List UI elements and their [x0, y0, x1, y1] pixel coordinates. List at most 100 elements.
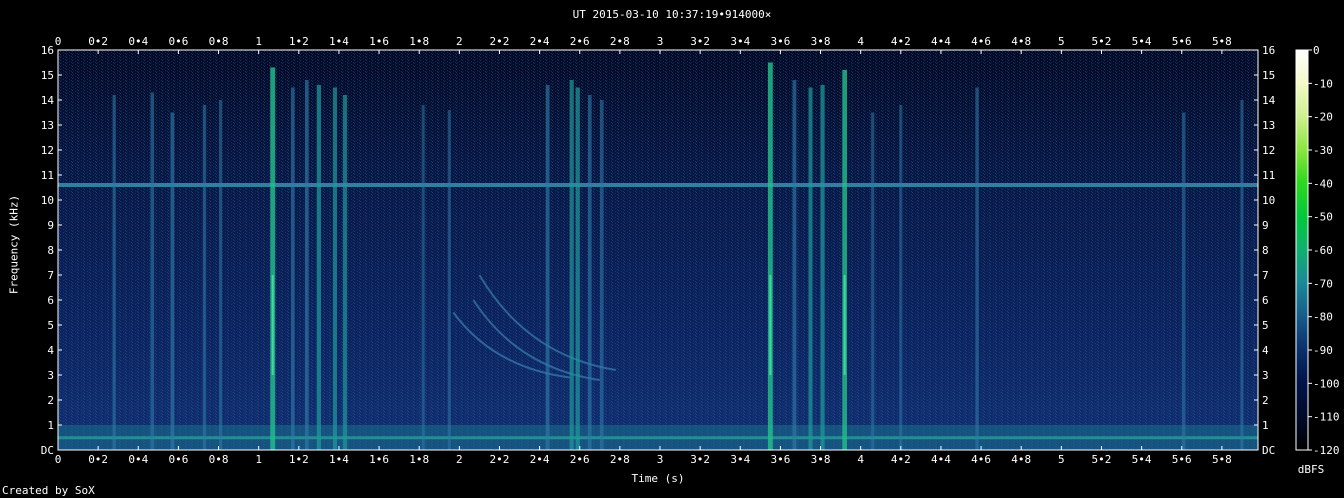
click-streak	[600, 100, 604, 450]
x-tick-label-bottom: 2•2	[490, 453, 510, 466]
tone-line	[58, 183, 1258, 187]
spectrogram-chart: 0 0•2 0•4 0•6 0•8 1 1•2 1•4 1•6 1•8 2 2•2 2•4 2•6 2•8 3…	[41, 35, 1340, 466]
y-tick-label-right: 5	[1262, 319, 1269, 332]
x-tick-label-top: 0•6	[168, 35, 188, 48]
colorbar-tick-label: -80	[1313, 311, 1333, 324]
click-streak	[842, 70, 847, 450]
click-streak	[304, 80, 309, 450]
y-tick-label-left: DC	[41, 444, 54, 457]
x-tick-label-bottom: 1•8	[409, 453, 429, 466]
click-streak	[808, 87, 813, 450]
x-tick-label-top: 0•4	[128, 35, 148, 48]
x-tick-label-bottom: 5•8	[1212, 453, 1232, 466]
y-tick-label-left: 1	[47, 419, 54, 432]
click-streak	[1240, 100, 1244, 450]
x-tick-label-bottom: 3	[657, 453, 664, 466]
x-tick-label-top: 5•2	[1092, 35, 1112, 48]
colorbar-tick-label: -60	[1313, 244, 1333, 257]
x-tick-label-bottom: 1•6	[369, 453, 389, 466]
click-streak	[290, 87, 295, 450]
x-tick-label-bottom: 5•2	[1092, 453, 1112, 466]
x-tick-label-top: 3	[657, 35, 664, 48]
click-streak	[170, 112, 175, 450]
x-tick-label-bottom: 3•4	[730, 453, 750, 466]
x-tick-label-bottom: 4•6	[971, 453, 991, 466]
y-tick-label-left: 11	[41, 169, 54, 182]
x-tick-label-bottom: 3•8	[811, 453, 831, 466]
y-tick-label-left: 5	[47, 319, 54, 332]
click-streak	[218, 100, 223, 450]
y-tick-label-left: 14	[41, 94, 55, 107]
click-streak	[767, 62, 773, 450]
colorbar-tick-label: -20	[1313, 111, 1333, 124]
y-tick-label-right: 8	[1262, 244, 1269, 257]
x-tick-label-top: 3•6	[770, 35, 790, 48]
click-streak	[342, 95, 348, 450]
colorbar-tick-label: -110	[1313, 411, 1340, 424]
colorbar-tick-label: -30	[1313, 144, 1333, 157]
y-tick-label-right: 11	[1262, 169, 1275, 182]
click-streak	[545, 85, 550, 450]
x-tick-label-bottom: 2	[456, 453, 463, 466]
x-tick-label-top: 1•2	[289, 35, 309, 48]
x-tick-label-top: 2•8	[610, 35, 630, 48]
y-tick-label-left: 4	[47, 344, 54, 357]
y-tick-label-left: 7	[47, 269, 54, 282]
x-tick-label-top: 5	[1058, 35, 1065, 48]
click-streak	[421, 105, 425, 450]
colorbar-tick-label: -100	[1313, 377, 1340, 390]
click-streak	[316, 85, 321, 450]
low-frequency-line	[58, 436, 1258, 440]
x-tick-label-top: 4•2	[891, 35, 911, 48]
x-tick-label-bottom: 2•4	[530, 453, 550, 466]
click-core	[843, 275, 846, 375]
x-tick-label-bottom: 2•6	[570, 453, 590, 466]
x-tick-label-top: 1	[255, 35, 262, 48]
x-tick-label-bottom: 5	[1058, 453, 1065, 466]
x-tick-label-top: 3•4	[730, 35, 750, 48]
y-tick-label-left: 6	[47, 294, 54, 307]
x-tick-label-bottom: 4•2	[891, 453, 911, 466]
y-tick-label-right: DC	[1262, 444, 1275, 457]
y-tick-label-right: 3	[1262, 369, 1269, 382]
x-tick-label-top: 4•4	[931, 35, 951, 48]
y-axis-label: Frequency (kHz)	[7, 194, 21, 295]
x-tick-label-bottom: 0•4	[128, 453, 148, 466]
x-tick-label-top: 1•8	[409, 35, 429, 48]
y-tick-label-left: 10	[41, 194, 54, 207]
y-tick-label-left: 2	[47, 394, 54, 407]
click-streak	[332, 87, 337, 450]
x-tick-label-bottom: 3•2	[690, 453, 710, 466]
x-tick-label-top: 5•4	[1132, 35, 1152, 48]
x-tick-label-top: 0•2	[88, 35, 108, 48]
x-tick-label-top: 1•6	[369, 35, 389, 48]
x-tick-label-top: 5•8	[1212, 35, 1232, 48]
x-tick-label-bottom: 0•2	[88, 453, 108, 466]
y-tick-label-right: 13	[1262, 119, 1275, 132]
x-tick-label-bottom: 4	[857, 453, 864, 466]
colorbar-tick-label: -40	[1313, 177, 1333, 190]
y-tick-label-right: 10	[1262, 194, 1275, 207]
x-tick-label-bottom: 5•4	[1132, 453, 1152, 466]
colorbar-tick-label: -50	[1313, 211, 1333, 224]
x-tick-label-bottom: 2•8	[610, 453, 630, 466]
x-tick-label-top: 3•2	[690, 35, 710, 48]
colorbar-tick-label: -10	[1313, 77, 1333, 90]
y-tick-label-right: 6	[1262, 294, 1269, 307]
y-tick-label-right: 9	[1262, 219, 1269, 232]
y-tick-label-right: 7	[1262, 269, 1269, 282]
x-tick-label-bottom: 1•4	[329, 453, 349, 466]
x-tick-label-top: 0	[55, 35, 62, 48]
credit-text: Created by SoX	[2, 484, 95, 497]
x-tick-label-top: 2	[456, 35, 463, 48]
colorbar-tick-label: -70	[1313, 277, 1333, 290]
x-tick-label-bottom: 0•6	[168, 453, 188, 466]
y-tick-label-right: 14	[1262, 94, 1276, 107]
x-tick-label-bottom: 4•8	[1011, 453, 1031, 466]
y-tick-label-left: 9	[47, 219, 54, 232]
click-streak	[975, 87, 979, 450]
y-tick-label-right: 4	[1262, 344, 1269, 357]
y-tick-label-right: 1	[1262, 419, 1269, 432]
click-streak	[820, 85, 825, 450]
x-tick-label-bottom: 0	[55, 453, 62, 466]
